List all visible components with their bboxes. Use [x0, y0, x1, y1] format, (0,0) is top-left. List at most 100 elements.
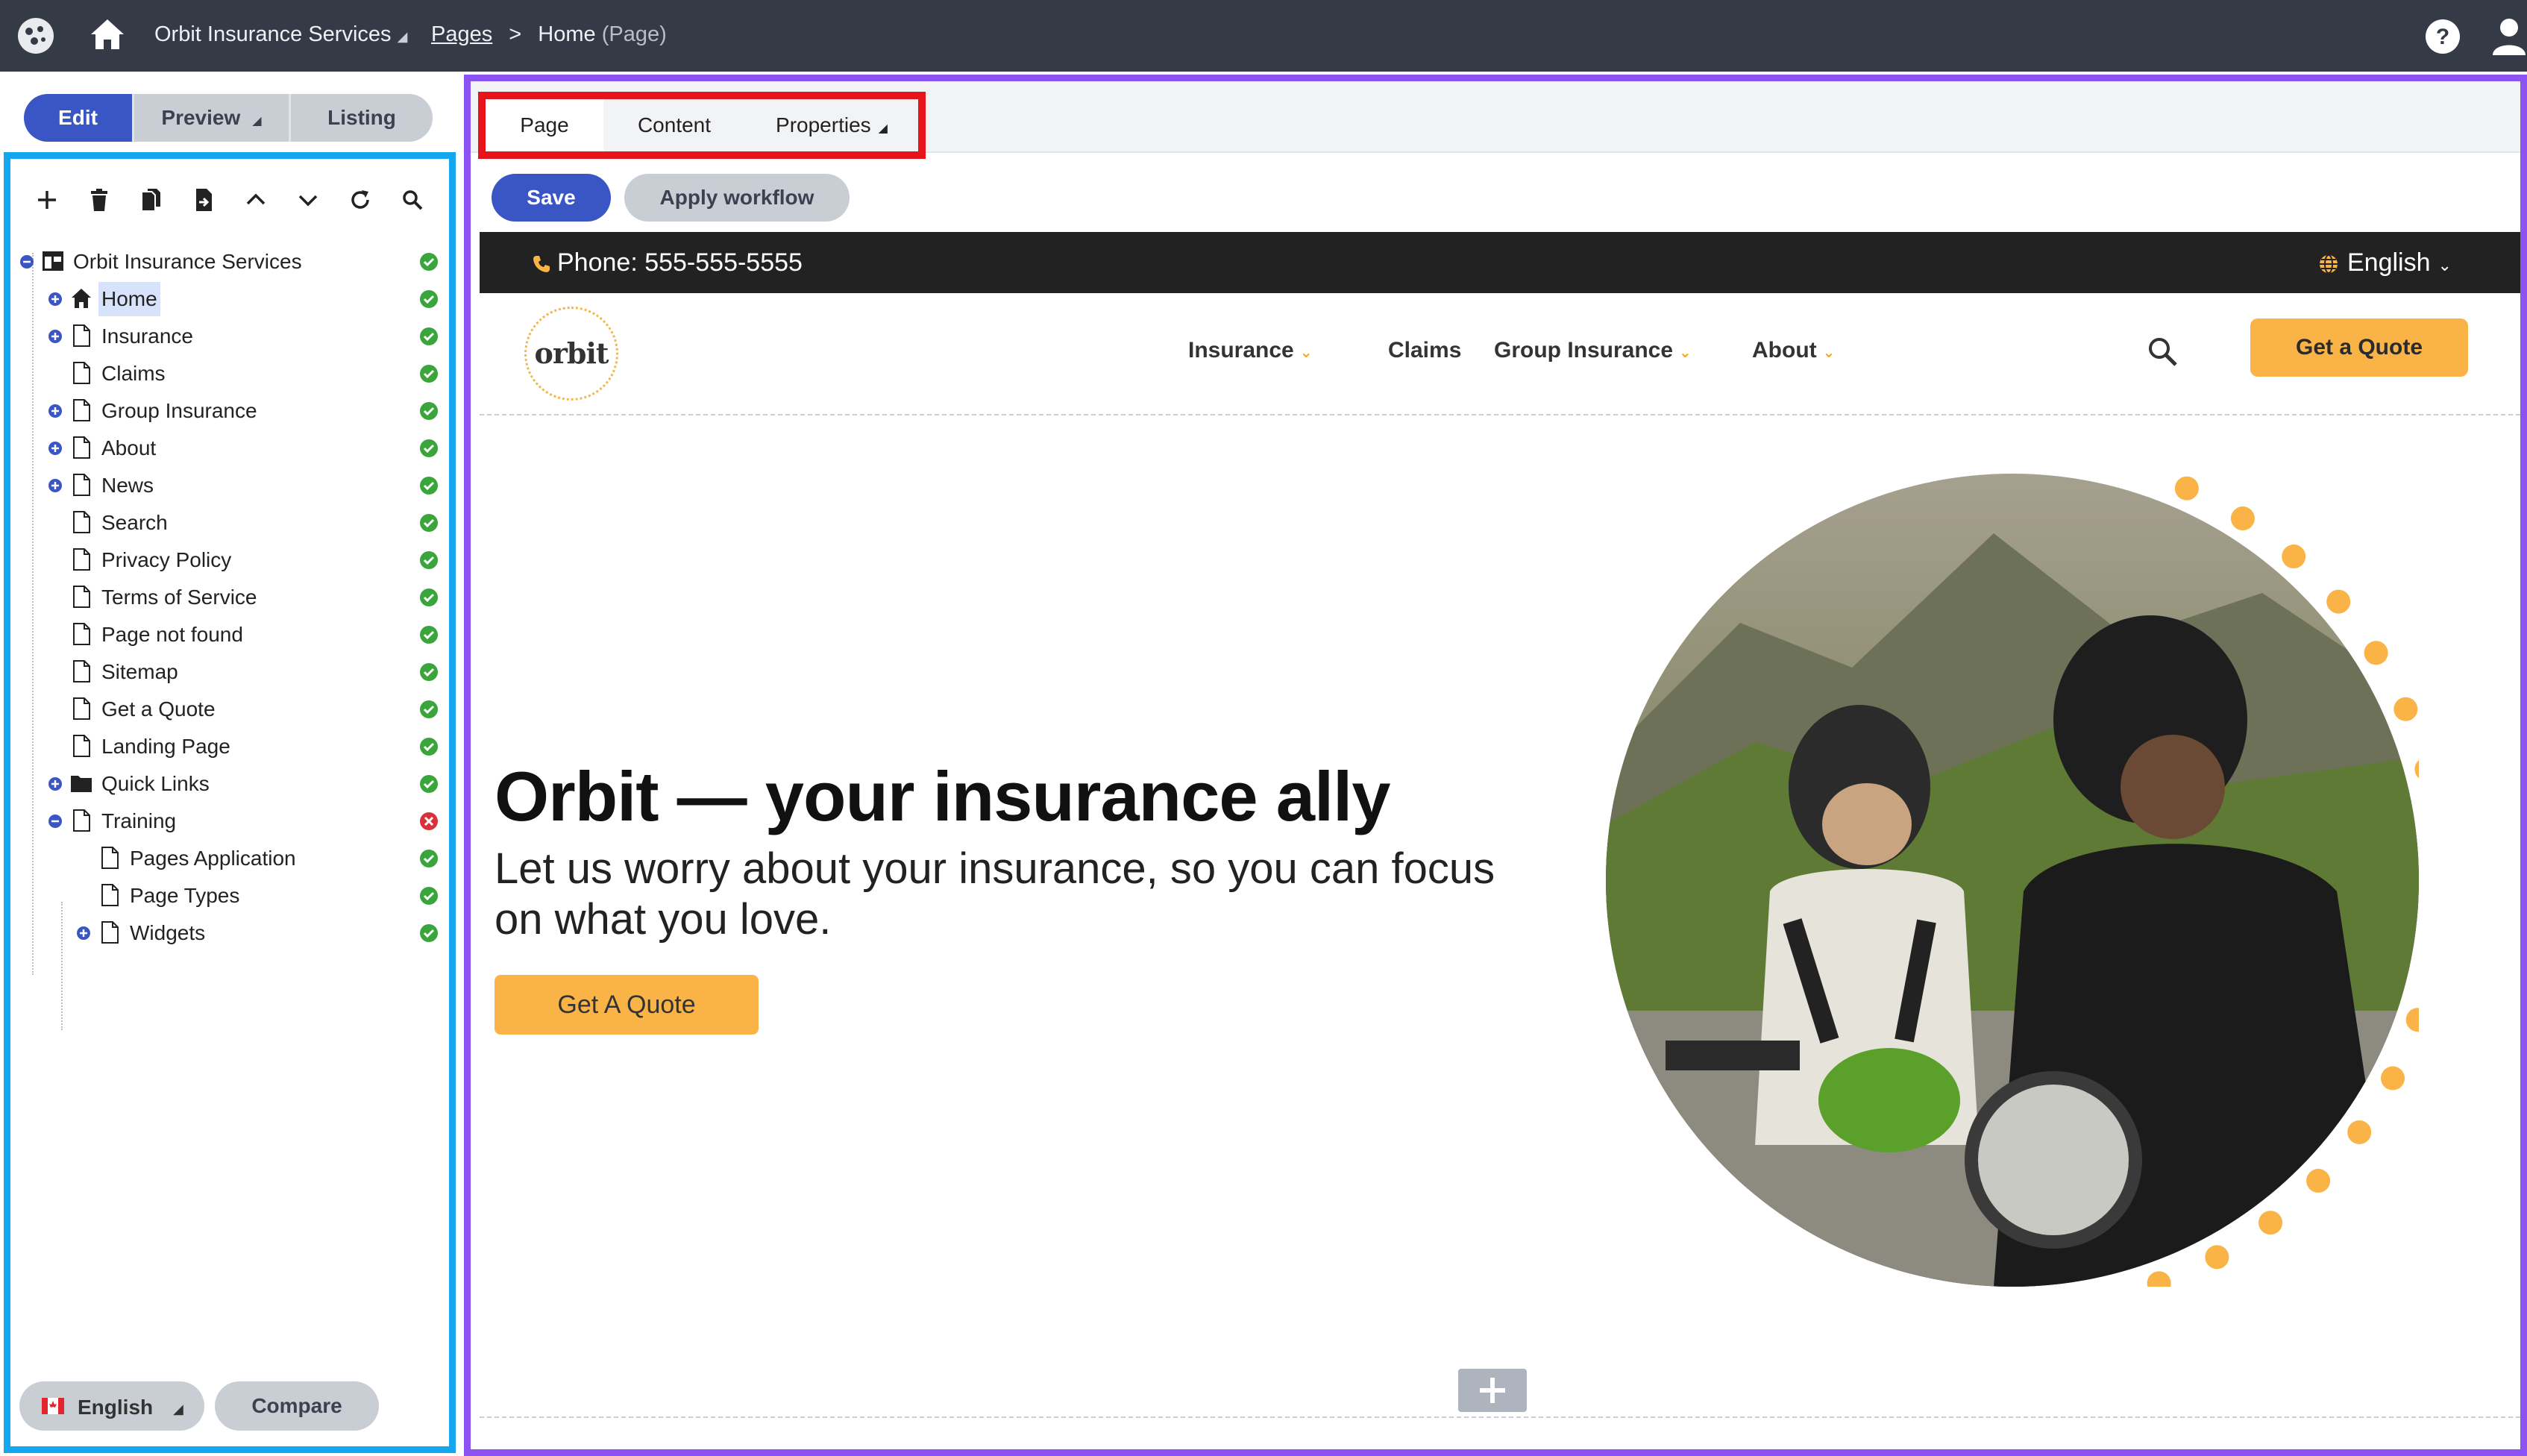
expand-icon[interactable]: [48, 478, 63, 493]
expand-icon[interactable]: [76, 926, 91, 941]
published-status-icon: [419, 364, 439, 383]
site-logo[interactable]: orbit: [524, 307, 618, 401]
site-search-icon[interactable]: [2146, 335, 2179, 368]
tree-node[interactable]: Get a Quote: [10, 692, 451, 727]
breadcrumb: Pages > Home (Page): [431, 22, 667, 47]
tree-node[interactable]: About: [10, 431, 451, 465]
breadcrumb-pages-link[interactable]: Pages: [431, 22, 492, 46]
tree-node[interactable]: Terms of Service: [10, 580, 451, 615]
breadcrumb-separator: >: [509, 22, 522, 46]
nav-insurance[interactable]: Insurance ⌄: [1188, 338, 1313, 363]
tree-node-label: Quick Links: [101, 772, 210, 795]
tree-node[interactable]: Sitemap: [10, 655, 451, 689]
chevron-down-icon: ⌄: [1822, 345, 1836, 361]
tree-node-label: Page not found: [101, 623, 243, 646]
tree-node[interactable]: News: [10, 468, 451, 503]
canada-flag-icon: [42, 1398, 64, 1414]
move-up-icon[interactable]: [237, 181, 274, 219]
search-icon[interactable]: [394, 181, 431, 219]
home-icon: [70, 286, 92, 310]
tab-preview[interactable]: Preview ◢: [134, 94, 291, 142]
decorative-dot: [2282, 545, 2306, 569]
tree-node[interactable]: Quick Links: [10, 767, 451, 801]
mode-tabs: Edit Preview ◢ Listing: [24, 94, 433, 142]
help-icon[interactable]: ?: [2424, 18, 2461, 55]
tree-node-label: Training: [101, 809, 177, 832]
tree-node[interactable]: Pages Application: [10, 841, 451, 876]
tree-node[interactable]: Orbit Insurance Services: [10, 245, 451, 279]
expand-icon[interactable]: [48, 776, 63, 791]
delete-icon[interactable]: [81, 181, 118, 219]
collapse-icon[interactable]: [19, 254, 34, 269]
nav-insurance-label: Insurance: [1188, 338, 1294, 363]
compare-button[interactable]: Compare: [215, 1381, 379, 1431]
tree-node[interactable]: Insurance: [10, 319, 451, 354]
copy-icon[interactable]: [133, 181, 170, 219]
add-widget-button[interactable]: [1458, 1369, 1527, 1412]
chevron-down-icon: ⌄: [1679, 345, 1692, 361]
tree-node[interactable]: Landing Page: [10, 729, 451, 764]
published-status-icon: [419, 774, 439, 794]
nav-about[interactable]: About ⌄: [1752, 338, 1835, 363]
tree-node[interactable]: Search: [10, 506, 451, 540]
hero-section: Orbit — your insurance ally Let us worry…: [480, 417, 2520, 1439]
nav-claims[interactable]: Claims: [1388, 338, 1461, 363]
language-selector[interactable]: English ◢: [19, 1381, 204, 1431]
page-editor-panel: Page Content Properties ◢ Save Apply work…: [464, 75, 2527, 1456]
site-selector[interactable]: Orbit Insurance Services ◢: [154, 22, 407, 47]
home-icon[interactable]: [88, 15, 127, 54]
nav-group-insurance[interactable]: Group Insurance ⌄: [1494, 338, 1692, 363]
decorative-dot: [2147, 1271, 2171, 1287]
top-bar: Orbit Insurance Services ◢ Pages > Home (…: [0, 0, 2527, 72]
tree-node-label: News: [101, 474, 154, 497]
phone-link[interactable]: Phone: 555-555-5555: [532, 232, 803, 293]
tree-node-label: About: [101, 436, 157, 459]
tab-properties[interactable]: Properties ◢: [745, 99, 918, 151]
expand-icon[interactable]: [48, 441, 63, 456]
expand-icon[interactable]: [48, 404, 63, 418]
tree-node[interactable]: Widgets: [10, 916, 451, 950]
add-icon[interactable]: [28, 181, 66, 219]
tree-node-label: Claims: [101, 362, 166, 385]
apply-workflow-button[interactable]: Apply workflow: [624, 174, 850, 222]
tab-page-label: Page: [520, 113, 569, 136]
tab-edit[interactable]: Edit: [24, 94, 134, 142]
page-icon: [70, 473, 92, 497]
decorative-dot: [2258, 1211, 2283, 1235]
get-a-quote-button[interactable]: Get a Quote: [2250, 318, 2468, 377]
decorative-dot: [2364, 641, 2388, 665]
zone-divider: [480, 1416, 2520, 1418]
move-down-icon[interactable]: [289, 181, 327, 219]
page-tabs: Page Content Properties ◢: [478, 92, 926, 159]
tab-edit-label: Edit: [58, 106, 98, 129]
tree-node[interactable]: Group Insurance: [10, 394, 451, 428]
published-status-icon: [419, 476, 439, 495]
published-status-icon: [419, 849, 439, 868]
published-status-icon: [419, 252, 439, 272]
tree-node[interactable]: Home: [10, 282, 451, 316]
collapse-icon[interactable]: [48, 814, 63, 829]
published-status-icon: [419, 401, 439, 421]
tree-node[interactable]: Page Types: [10, 879, 451, 913]
user-icon[interactable]: [2491, 15, 2527, 57]
decorative-dot: [2174, 476, 2199, 501]
expand-icon[interactable]: [48, 292, 63, 307]
hero-get-a-quote-button[interactable]: Get A Quote: [495, 975, 759, 1035]
tree-node[interactable]: Training: [10, 804, 451, 838]
tree-node[interactable]: Claims: [10, 357, 451, 391]
save-button[interactable]: Save: [492, 174, 611, 222]
site-language-selector[interactable]: English ⌄: [2317, 232, 2452, 296]
globe-icon: [2320, 254, 2338, 274]
refresh-icon[interactable]: [342, 181, 379, 219]
tab-preview-label: Preview: [161, 106, 241, 129]
tree-node-label: Home: [98, 282, 160, 316]
tree-node[interactable]: Privacy Policy: [10, 543, 451, 577]
tab-page[interactable]: Page: [486, 99, 603, 151]
move-icon[interactable]: [185, 181, 222, 219]
site-header: orbit Insurance ⌄ Claims Group Insurance ⌄…: [480, 293, 2520, 415]
tab-content[interactable]: Content: [603, 99, 745, 151]
app-logo-icon[interactable]: [16, 16, 55, 55]
tab-listing[interactable]: Listing: [291, 94, 433, 142]
expand-icon[interactable]: [48, 329, 63, 344]
tree-node[interactable]: Page not found: [10, 618, 451, 652]
